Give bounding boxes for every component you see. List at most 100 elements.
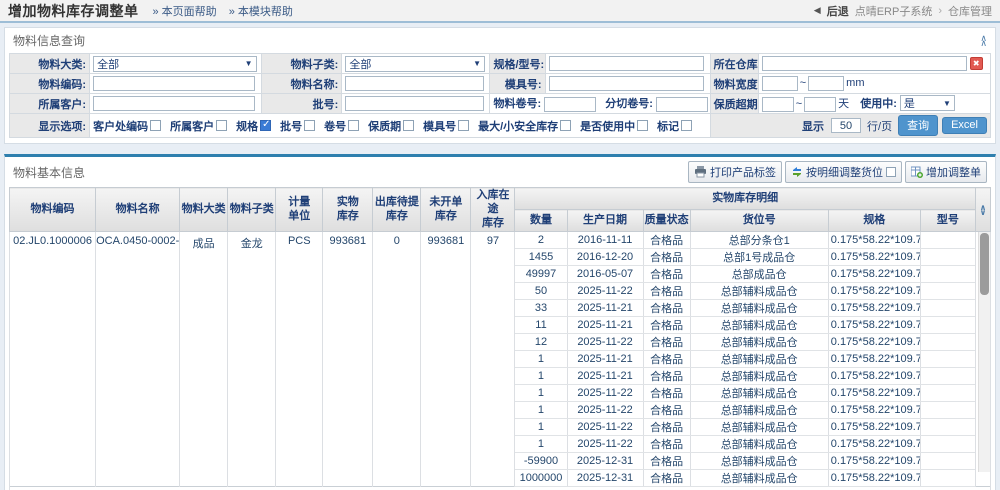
width-from-input[interactable] bbox=[762, 76, 798, 91]
breadcrumb-separator: › bbox=[938, 5, 942, 17]
cell-qty: 1 bbox=[515, 385, 567, 402]
scrollbar-track[interactable] bbox=[978, 232, 990, 472]
cell-model bbox=[920, 232, 975, 249]
table-header-row: 物料编码 物料名称 物料大类 物料子类 计量 单位 实物 库存 出库待提 库存 … bbox=[10, 188, 991, 210]
display-option-checkbox[interactable]: 最大/小安全库存 bbox=[478, 118, 571, 134]
checkbox-icon[interactable] bbox=[260, 120, 271, 131]
checkbox-icon[interactable] bbox=[216, 120, 227, 131]
cell-model bbox=[920, 402, 975, 419]
cell-location: 总部辅料成品仓 bbox=[690, 317, 828, 334]
tilde-separator: ~ bbox=[800, 77, 806, 89]
material-code-input[interactable] bbox=[93, 76, 255, 91]
slit-roll-no-input[interactable] bbox=[656, 97, 708, 112]
page-help-link[interactable]: » 本页面帮助 bbox=[153, 3, 217, 19]
cell-location: 总部辅料成品仓 bbox=[690, 453, 828, 470]
material-category-select[interactable]: 全部▼ bbox=[93, 56, 257, 72]
clear-warehouse-icon[interactable]: ✖ bbox=[970, 57, 983, 70]
rows-per-page-input[interactable] bbox=[831, 118, 861, 133]
cell-inbound-stock: 97 bbox=[471, 232, 515, 487]
cell-location: 总部辅料成品仓 bbox=[690, 300, 828, 317]
label-material-code: 物料编码: bbox=[10, 74, 90, 94]
cell-spec: 0.175*58.22*109.78 bbox=[828, 283, 920, 300]
display-option-checkbox[interactable]: 客户处编码 bbox=[93, 118, 161, 134]
cell-prod-date: 2025-11-22 bbox=[567, 402, 643, 419]
adjust-by-detail-checkbox[interactable] bbox=[886, 167, 896, 177]
adjust-by-detail-button[interactable]: 按明细调整货位 bbox=[785, 161, 902, 183]
excel-export-button[interactable]: Excel bbox=[942, 117, 987, 134]
search-button[interactable]: 查询 bbox=[898, 115, 938, 136]
chevron-down-icon[interactable]: ∨ bbox=[977, 210, 989, 215]
cell-material-name: OCA.0450-0002-A bbox=[96, 232, 180, 487]
label-roll-no: 物料卷号: bbox=[493, 98, 541, 110]
col-quality-status: 质量状态 bbox=[643, 210, 690, 232]
cell-location: 总部辅料成品仓 bbox=[690, 419, 828, 436]
display-option-checkbox[interactable]: 是否使用中 bbox=[580, 118, 648, 134]
cell-qty: 1000000 bbox=[515, 470, 567, 487]
cell-spec: 0.175*58.22*109.78 bbox=[828, 368, 920, 385]
batch-no-input[interactable] bbox=[345, 96, 483, 111]
display-option-checkbox[interactable]: 标记 bbox=[657, 118, 692, 134]
display-option-checkbox[interactable]: 所属客户 bbox=[170, 118, 227, 134]
col-physical-stock: 实物 库存 bbox=[323, 188, 373, 232]
scrollbar-thumb[interactable] bbox=[980, 233, 989, 295]
breadcrumb-module[interactable]: 仓库管理 bbox=[948, 3, 992, 19]
mold-no-input[interactable] bbox=[549, 76, 704, 91]
checkbox-icon[interactable] bbox=[681, 120, 692, 131]
cell-quality-status: 合格品 bbox=[643, 402, 690, 419]
cell-location: 总部分条仓1 bbox=[690, 232, 828, 249]
cell-qty: 49997 bbox=[515, 266, 567, 283]
checkbox-icon[interactable] bbox=[304, 120, 315, 131]
shelf-overdue-unit: 天 bbox=[838, 98, 849, 110]
cell-prod-date: 2016-05-07 bbox=[567, 266, 643, 283]
display-option-checkbox[interactable]: 批号 bbox=[280, 118, 315, 134]
chevron-down-icon: ▼ bbox=[245, 59, 253, 68]
display-option-checkbox[interactable]: 规格 bbox=[236, 118, 271, 134]
spec-model-input[interactable] bbox=[549, 56, 704, 71]
cell-qty: 1455 bbox=[515, 249, 567, 266]
breadcrumb-system[interactable]: 点晴ERP子系统 bbox=[855, 3, 933, 19]
col-material-name: 物料名称 bbox=[96, 188, 180, 232]
material-name-input[interactable] bbox=[345, 76, 483, 91]
detail-scrollbar[interactable] bbox=[975, 232, 990, 487]
cell-model bbox=[920, 300, 975, 317]
material-subcategory-select[interactable]: 全部▼ bbox=[345, 56, 485, 72]
table-row[interactable]: 02.JL0.1000006 OCA.0450-0002-A 成品 金龙 PCS… bbox=[10, 232, 991, 249]
material-info-title: 物料基本信息 bbox=[13, 164, 85, 181]
checkbox-icon[interactable] bbox=[560, 120, 571, 131]
checkbox-icon[interactable] bbox=[458, 120, 469, 131]
cell-physical-stock: 993681 bbox=[323, 232, 373, 487]
module-help-link[interactable]: » 本模块帮助 bbox=[229, 3, 293, 19]
cell-model bbox=[920, 436, 975, 453]
warehouse-input[interactable] bbox=[762, 56, 967, 71]
cell-quality-status: 合格品 bbox=[643, 436, 690, 453]
shelf-overdue-from-input[interactable] bbox=[762, 97, 794, 112]
label-material-width: 物料宽度: bbox=[710, 74, 758, 94]
display-option-checkbox[interactable]: 模具号 bbox=[423, 118, 469, 134]
back-button[interactable]: 后退 bbox=[827, 3, 849, 19]
add-adjustment-order-button[interactable]: 增加调整单 bbox=[905, 161, 987, 183]
cell-model bbox=[920, 351, 975, 368]
collapse-panel-icon[interactable]: ∧∧ bbox=[980, 36, 987, 46]
display-option-checkbox[interactable]: 保质期 bbox=[368, 118, 414, 134]
cell-prod-date: 2025-11-22 bbox=[567, 436, 643, 453]
print-product-label-button[interactable]: 打印产品标签 bbox=[688, 161, 782, 183]
checkbox-icon[interactable] bbox=[150, 120, 161, 131]
checkbox-icon[interactable] bbox=[348, 120, 359, 131]
customer-input[interactable] bbox=[93, 96, 255, 111]
width-to-input[interactable] bbox=[808, 76, 844, 91]
expand-collapse-control[interactable]: ∧∨ bbox=[975, 188, 990, 232]
col-location: 货位号 bbox=[690, 210, 828, 232]
cell-spec: 0.175*58.22*109.78 bbox=[828, 317, 920, 334]
checkbox-icon[interactable] bbox=[403, 120, 414, 131]
cell-spec: 0.175*58.22*109.78 bbox=[828, 300, 920, 317]
checkbox-icon[interactable] bbox=[637, 120, 648, 131]
cell-spec: 0.175*58.22*109.78 bbox=[828, 402, 920, 419]
cell-prod-date: 2016-12-20 bbox=[567, 249, 643, 266]
roll-no-input[interactable] bbox=[544, 97, 596, 112]
col-model: 型号 bbox=[920, 210, 975, 232]
label-material-subcategory: 物料子类: bbox=[262, 54, 342, 74]
shelf-overdue-to-input[interactable] bbox=[804, 97, 836, 112]
in-use-select[interactable]: 是▼ bbox=[900, 95, 955, 111]
display-option-checkbox[interactable]: 卷号 bbox=[324, 118, 359, 134]
chevron-down-icon: ▼ bbox=[943, 99, 951, 108]
